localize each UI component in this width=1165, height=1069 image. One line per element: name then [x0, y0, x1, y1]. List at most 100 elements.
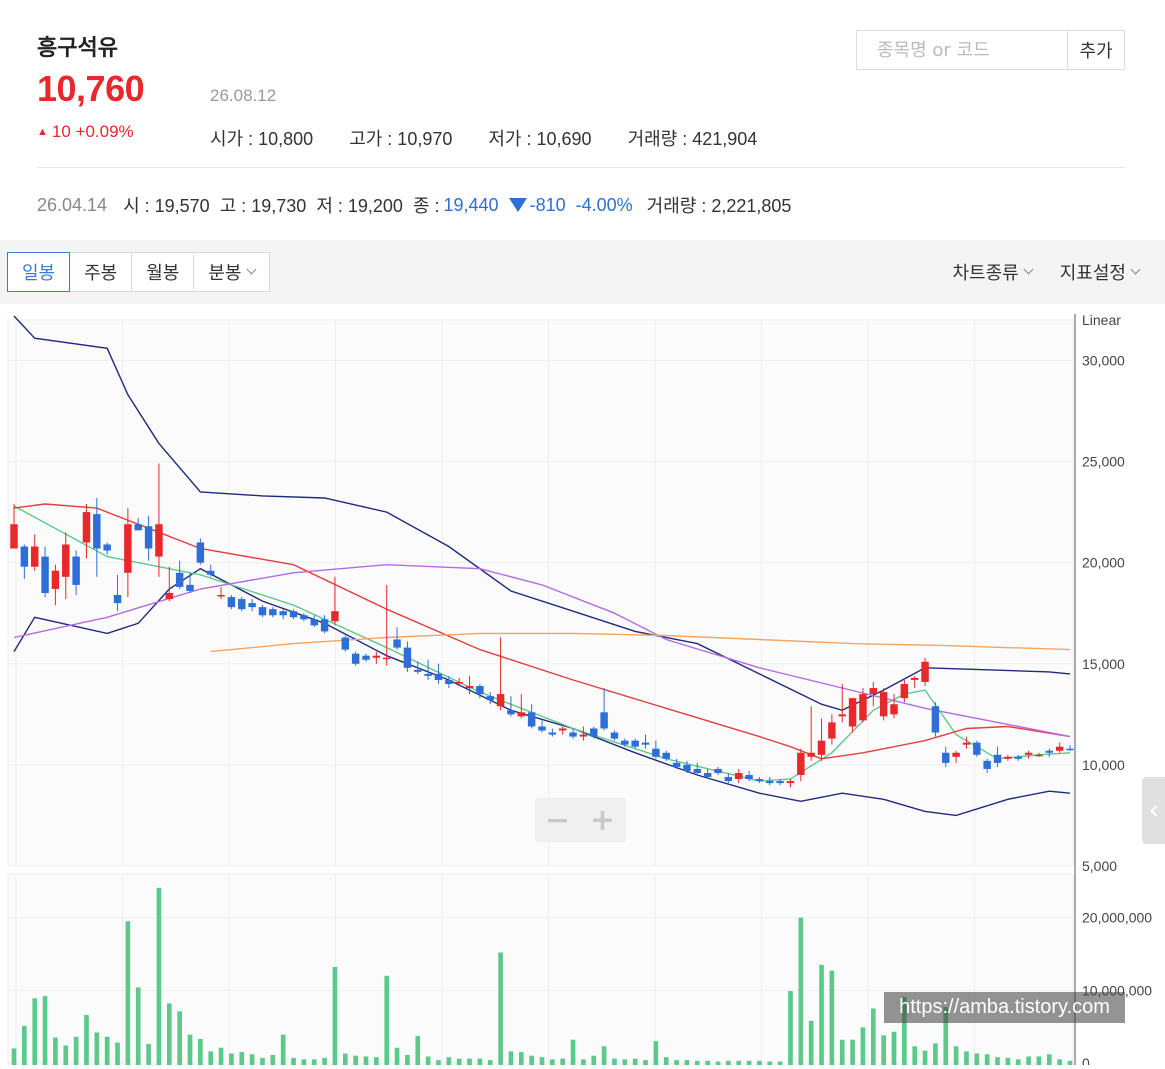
price-volume-chart[interactable]: 30,000 25,000 20,000 15,000 10,000 5,000 Linea…: [0, 304, 1165, 1069]
volume-bar: [694, 1060, 700, 1065]
volume-tick-label: 20,000,000: [1082, 910, 1152, 926]
hover-date: 26.04.14: [37, 194, 108, 215]
candle-body: [538, 726, 546, 731]
hover-high: 고 : 19,730: [219, 196, 307, 216]
chart-area[interactable]: 30,000 25,000 20,000 15,000 10,000 5,000 Linea…: [0, 304, 1165, 1069]
candle: [341, 635, 350, 652]
volume-bar: [560, 1058, 566, 1065]
volume-bar: [146, 1044, 151, 1065]
hover-volume: 거래량 : 2,221,805: [646, 196, 792, 216]
candle-body: [486, 696, 494, 701]
side-panel-toggle[interactable]: [1142, 777, 1165, 844]
volume-bar: [798, 917, 804, 1065]
volume-bar: [870, 1008, 876, 1065]
candle-body: [600, 712, 608, 729]
candle-body: [51, 570, 60, 589]
candle-body: [72, 556, 80, 585]
candle-body: [331, 611, 339, 622]
volume-bar: [726, 1060, 731, 1065]
candle-body: [807, 752, 815, 757]
candle-body: [103, 544, 111, 551]
volume-bar: [156, 887, 162, 1065]
price-tick-label: 15,000: [1082, 656, 1125, 672]
volume-bar: [332, 967, 338, 1065]
price-change-value: 10 +0.09%: [51, 122, 134, 141]
period-tabs: 일봉 주봉 월봉 분봉: [7, 252, 270, 292]
volume-bar: [125, 921, 131, 1065]
candle-body: [414, 669, 422, 672]
volume-bar: [612, 1058, 617, 1065]
volume-bar: [177, 1011, 182, 1065]
volume-bar: [342, 1053, 348, 1065]
candle-body: [227, 597, 236, 608]
candle-body: [1024, 752, 1033, 755]
volume-bar: [1005, 1057, 1011, 1065]
candle-body: [144, 526, 153, 549]
zoom-in-button[interactable]: +: [580, 798, 625, 842]
volume-bar: [653, 1041, 659, 1065]
hover-open: 시 : 19,570: [123, 196, 210, 216]
tab-weekly[interactable]: 주봉: [70, 252, 133, 292]
candle-body: [900, 684, 909, 699]
volume-bar: [1057, 1059, 1062, 1065]
candle-body: [507, 710, 515, 715]
chevron-down-icon: [1130, 264, 1141, 275]
volume-bar: [570, 1039, 576, 1065]
volume-bar: [384, 975, 390, 1065]
volume-tick-label: 0: [1082, 1055, 1090, 1065]
search-input[interactable]: [857, 31, 1067, 69]
candle-body: [217, 595, 225, 597]
up-triangle-icon: ▲: [37, 126, 48, 138]
candle-body: [838, 714, 846, 717]
candle-body: [10, 524, 18, 549]
candle-body: [527, 712, 536, 727]
volume-bar: [984, 1054, 990, 1065]
volume-bar: [22, 1025, 27, 1065]
volume-bar: [715, 1061, 721, 1065]
volume-bar: [757, 1060, 762, 1065]
candle-body: [445, 679, 453, 684]
volume-bar: [260, 1057, 265, 1065]
price-tick-label: 25,000: [1082, 454, 1125, 470]
candle-body: [745, 775, 753, 780]
indicator-settings-label: 지표설정: [1059, 263, 1126, 284]
candle-body: [621, 740, 629, 745]
candle: [351, 651, 360, 666]
candle-body: [1004, 756, 1012, 759]
volume-bar: [73, 1036, 79, 1065]
tab-monthly[interactable]: 월봉: [132, 252, 195, 292]
candle-body: [942, 752, 950, 763]
volume-bar: [1067, 1060, 1073, 1065]
volume-bar: [860, 1027, 866, 1065]
volume-bar: [736, 1060, 742, 1065]
add-button[interactable]: 추가: [1067, 31, 1124, 69]
candle-body: [362, 655, 370, 660]
candle-body: [993, 754, 1002, 763]
volume-bar: [249, 1054, 255, 1065]
candle: [879, 688, 888, 721]
chart-toolbar: 일봉 주봉 월봉 분봉 차트종류 지표설정: [0, 240, 1165, 304]
candle-body: [703, 772, 712, 778]
zoom-out-button[interactable]: −: [535, 798, 580, 842]
divider: [37, 167, 1125, 168]
candle-body: [20, 546, 29, 567]
indicator-settings-menu[interactable]: 지표설정: [1059, 252, 1141, 292]
chevron-left-icon: [1149, 804, 1162, 817]
volume-bar: [32, 998, 38, 1065]
candle-body: [786, 781, 795, 784]
volume-bar: [270, 1055, 276, 1065]
low-price: 저가 : 10,690: [488, 129, 592, 149]
tab-minute[interactable]: 분봉: [194, 252, 270, 292]
volume-bar: [995, 1057, 1000, 1065]
volume-bar: [829, 970, 835, 1065]
volume-bar: [280, 1034, 286, 1065]
chart-type-menu[interactable]: 차트종류: [953, 252, 1034, 292]
candle-body: [569, 732, 577, 737]
volume-bar: [922, 1050, 928, 1065]
price-tick-label: 10,000: [1082, 757, 1125, 773]
volume-bar: [808, 1020, 814, 1065]
volume-bar: [974, 1053, 980, 1065]
price-axis: 30,000 25,000 20,000 15,000 10,000 5,000 Linea…: [1074, 312, 1152, 1069]
tab-daily[interactable]: 일봉: [7, 252, 71, 292]
candle-body: [766, 781, 774, 784]
